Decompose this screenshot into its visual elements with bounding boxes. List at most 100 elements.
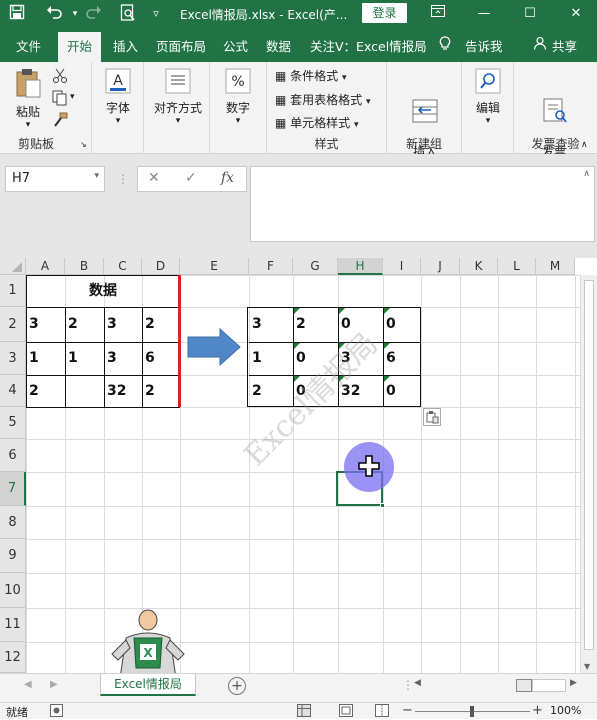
column-header-c[interactable]: C: [104, 258, 142, 275]
tab-file[interactable]: 文件: [16, 36, 41, 55]
tab-page-layout[interactable]: 页面布局: [156, 36, 206, 55]
zoom-in-icon[interactable]: +: [532, 703, 543, 718]
print-preview-icon[interactable]: [117, 4, 139, 24]
undo-icon[interactable]: [44, 4, 66, 24]
close-icon[interactable]: ✕: [556, 0, 596, 27]
sheet-tab-active[interactable]: Excel情报局: [100, 674, 196, 696]
paste-button[interactable]: 粘贴 ▾: [10, 68, 46, 130]
customize-qat-icon[interactable]: ▿: [145, 4, 167, 24]
data-cell[interactable]: 3: [26, 307, 65, 342]
scroll-left-icon[interactable]: ◀: [414, 678, 421, 688]
copy-icon[interactable]: [52, 90, 68, 109]
column-header-k[interactable]: K: [460, 258, 498, 275]
data-cell[interactable]: 2: [65, 307, 104, 342]
data-cell[interactable]: 2: [142, 375, 180, 407]
row-header-4[interactable]: 4: [0, 375, 26, 407]
font-button[interactable]: A 字体 ▾: [100, 68, 136, 126]
collapse-ribbon-icon[interactable]: ∧: [581, 140, 588, 150]
cut-icon[interactable]: [52, 68, 68, 87]
vertical-scroll-thumb[interactable]: [584, 280, 594, 650]
cancel-icon[interactable]: ✕: [148, 170, 160, 186]
vertical-scrollbar[interactable]: ▼: [580, 275, 597, 673]
normal-view-icon[interactable]: [297, 704, 311, 720]
row-header-1[interactable]: 1: [0, 275, 26, 307]
sheet-prev-icon[interactable]: ◀: [24, 679, 32, 690]
data-cell[interactable]: 1: [65, 342, 104, 375]
page-layout-view-icon[interactable]: [339, 704, 353, 720]
redo-icon[interactable]: [82, 4, 104, 24]
column-header-f[interactable]: F: [249, 258, 293, 275]
data-cell[interactable]: 6: [142, 342, 180, 375]
edit-button[interactable]: 编辑 ▾: [470, 68, 506, 126]
data-cell[interactable]: [65, 375, 104, 407]
data-cell[interactable]: 2: [142, 307, 180, 342]
share-icon[interactable]: [533, 36, 547, 53]
column-header-m[interactable]: M: [536, 258, 575, 275]
row-header-3[interactable]: 3: [0, 342, 26, 375]
fx-icon[interactable]: fx: [221, 170, 234, 186]
number-button[interactable]: % 数字 ▾: [220, 68, 256, 126]
name-box[interactable]: H7 ▾: [5, 166, 105, 192]
share-button[interactable]: 共享: [552, 36, 577, 55]
format-painter-icon[interactable]: [52, 112, 68, 131]
sheet-next-icon[interactable]: ▶: [50, 679, 58, 690]
data-table-header[interactable]: 数据: [26, 275, 180, 307]
tell-me-search[interactable]: 告诉我: [465, 36, 503, 55]
column-header-g[interactable]: G: [293, 258, 338, 275]
zoom-level[interactable]: 100%: [550, 704, 581, 717]
column-header-d[interactable]: D: [142, 258, 180, 275]
copy-dropdown-icon[interactable]: ▾: [70, 92, 75, 102]
tab-formulas[interactable]: 公式: [223, 36, 248, 55]
row-header-6[interactable]: 6: [0, 439, 26, 472]
row-header-8[interactable]: 8: [0, 506, 26, 539]
zoom-out-icon[interactable]: −: [402, 703, 413, 718]
column-header-e[interactable]: E: [180, 258, 249, 275]
column-header-a[interactable]: A: [26, 258, 65, 275]
tab-home[interactable]: 开始: [58, 32, 102, 62]
row-header-10[interactable]: 10: [0, 573, 26, 608]
formula-input[interactable]: ∧: [250, 166, 595, 242]
clipboard-launcher-icon[interactable]: ↘: [80, 140, 87, 149]
column-header-j[interactable]: J: [421, 258, 460, 275]
paste-options-icon[interactable]: [423, 408, 441, 426]
tab-insert[interactable]: 插入: [113, 36, 138, 55]
add-sheet-icon[interactable]: +: [228, 677, 246, 695]
zoom-slider-thumb[interactable]: [470, 706, 474, 717]
data-cell[interactable]: 3: [104, 342, 142, 375]
horizontal-scrollbar[interactable]: ◀ ▶: [412, 678, 597, 694]
data-cell[interactable]: 1: [26, 342, 65, 375]
column-header-h[interactable]: H: [338, 258, 383, 275]
cell-style-button[interactable]: ▦ 单元格样式 ▾: [275, 114, 359, 131]
table-format-button[interactable]: ▦ 套用表格格式 ▾: [275, 91, 371, 108]
macro-record-icon[interactable]: [50, 704, 63, 720]
row-header-7[interactable]: 7: [0, 472, 26, 506]
name-box-dropdown-icon[interactable]: ▾: [94, 171, 99, 181]
row-header-2[interactable]: 2: [0, 307, 26, 342]
conditional-format-button[interactable]: ▦ 条件格式 ▾: [275, 67, 347, 84]
paste-dropdown-icon[interactable]: ▾: [10, 120, 46, 130]
login-button[interactable]: 登录: [362, 3, 407, 23]
column-header-i[interactable]: I: [383, 258, 421, 275]
horizontal-scroll-thumb[interactable]: [516, 679, 532, 692]
tab-follow[interactable]: 关注V：Excel情报局: [310, 36, 427, 55]
column-header-l[interactable]: L: [498, 258, 536, 275]
row-header-9[interactable]: 9: [0, 539, 26, 573]
scroll-down-icon[interactable]: ▼: [584, 662, 590, 671]
fill-handle[interactable]: [380, 503, 385, 508]
row-header-5[interactable]: 5: [0, 407, 26, 439]
column-header-b[interactable]: B: [65, 258, 104, 275]
save-icon[interactable]: [6, 4, 28, 24]
data-cell[interactable]: 2: [26, 375, 65, 407]
worksheet-grid[interactable]: A B C D E F G H I J K L M 1 2 3 4 5 6 7 8 9 10 11 12 数据 3 2 3 2 1 1 3 6 2 3…: [0, 258, 597, 673]
row-header-12[interactable]: 12: [0, 642, 26, 673]
maximize-icon[interactable]: ☐: [510, 0, 550, 27]
collapse-formula-icon[interactable]: ∧: [583, 169, 590, 179]
page-break-view-icon[interactable]: [375, 704, 389, 720]
data-cell[interactable]: 3: [104, 307, 142, 342]
minimize-icon[interactable]: —: [464, 0, 504, 27]
alignment-button[interactable]: 对齐方式 ▾: [150, 68, 206, 126]
confirm-icon[interactable]: ✓: [185, 170, 197, 186]
row-header-11[interactable]: 11: [0, 608, 26, 642]
ribbon-display-icon[interactable]: [418, 0, 458, 27]
select-all-corner[interactable]: [0, 258, 26, 275]
